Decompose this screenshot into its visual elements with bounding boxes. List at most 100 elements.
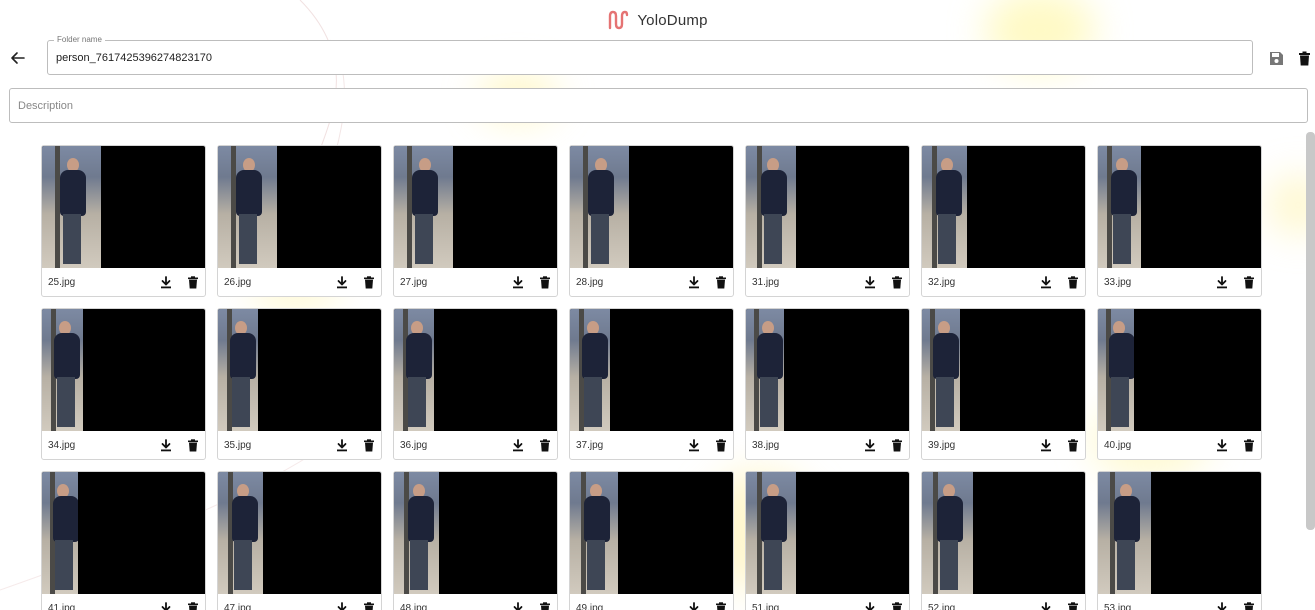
image-thumbnail[interactable]	[922, 309, 1085, 432]
delete-image-button[interactable]	[715, 275, 727, 289]
delete-image-button[interactable]	[1243, 438, 1255, 452]
download-button[interactable]	[688, 601, 700, 610]
download-button[interactable]	[336, 601, 348, 610]
download-button[interactable]	[688, 275, 700, 289]
download-button[interactable]	[688, 438, 700, 452]
delete-image-button[interactable]	[1067, 601, 1079, 610]
image-thumbnail[interactable]	[42, 472, 205, 595]
image-thumbnail[interactable]	[394, 309, 557, 432]
delete-image-button[interactable]	[891, 601, 903, 610]
download-button[interactable]	[864, 275, 876, 289]
download-button[interactable]	[160, 601, 172, 610]
download-button[interactable]	[336, 275, 348, 289]
image-thumbnail[interactable]	[922, 146, 1085, 269]
delete-image-button[interactable]	[715, 601, 727, 610]
image-thumbnail[interactable]	[746, 309, 909, 432]
delete-image-button[interactable]	[187, 438, 199, 452]
image-card-footer: 38.jpg	[746, 431, 909, 459]
delete-image-button[interactable]	[363, 438, 375, 452]
trash-icon	[540, 438, 550, 452]
image-card-footer: 32.jpg	[922, 268, 1085, 296]
image-thumbnail[interactable]	[218, 309, 381, 432]
download-icon	[865, 438, 875, 451]
download-button[interactable]	[512, 601, 524, 610]
trash-icon	[1068, 438, 1078, 452]
download-button[interactable]	[1040, 438, 1052, 452]
download-icon	[1041, 601, 1051, 610]
download-button[interactable]	[864, 438, 876, 452]
image-card-footer: 28.jpg	[570, 268, 733, 296]
trash-icon	[892, 275, 902, 289]
download-button[interactable]	[160, 438, 172, 452]
image-thumbnail[interactable]	[394, 472, 557, 595]
delete-image-button[interactable]	[187, 601, 199, 610]
delete-image-button[interactable]	[1243, 601, 1255, 610]
image-thumbnail[interactable]	[746, 146, 909, 269]
delete-image-button[interactable]	[891, 438, 903, 452]
person-crop-photo	[218, 472, 263, 595]
image-thumbnail[interactable]	[570, 146, 733, 269]
image-thumbnail[interactable]	[42, 146, 205, 269]
download-icon	[1217, 438, 1227, 451]
download-icon	[161, 438, 171, 451]
trash-icon	[716, 275, 726, 289]
delete-image-button[interactable]	[1067, 275, 1079, 289]
image-thumbnail[interactable]	[1098, 146, 1261, 269]
image-thumbnail[interactable]	[394, 146, 557, 269]
image-thumbnail[interactable]	[1098, 309, 1261, 432]
image-filename: 31.jpg	[752, 276, 780, 288]
delete-image-button[interactable]	[539, 275, 551, 289]
yolodump-logo-icon	[607, 10, 629, 30]
back-button[interactable]	[8, 48, 28, 68]
download-button[interactable]	[160, 275, 172, 289]
image-card-footer: 48.jpg	[394, 594, 557, 610]
delete-image-button[interactable]	[1243, 275, 1255, 289]
image-card-footer: 25.jpg	[42, 268, 205, 296]
download-button[interactable]	[864, 601, 876, 610]
image-thumbnail[interactable]	[1098, 472, 1261, 595]
person-crop-photo	[922, 472, 973, 595]
image-thumbnail[interactable]	[218, 146, 381, 269]
download-button[interactable]	[1040, 275, 1052, 289]
description-input[interactable]	[10, 89, 1307, 122]
delete-image-button[interactable]	[715, 438, 727, 452]
download-button[interactable]	[512, 275, 524, 289]
delete-folder-button[interactable]	[1296, 50, 1313, 67]
image-filename: 49.jpg	[576, 602, 604, 610]
download-button[interactable]	[512, 438, 524, 452]
person-crop-photo	[42, 146, 101, 269]
image-thumbnail[interactable]	[570, 309, 733, 432]
delete-image-button[interactable]	[539, 601, 551, 610]
image-filename: 39.jpg	[928, 439, 956, 451]
download-button[interactable]	[1216, 275, 1228, 289]
image-thumbnail[interactable]	[570, 472, 733, 595]
delete-image-button[interactable]	[1067, 438, 1079, 452]
delete-image-button[interactable]	[363, 601, 375, 610]
folder-name-field[interactable]: Folder name person_7617425396274823170	[47, 35, 1253, 75]
image-thumbnail[interactable]	[746, 472, 909, 595]
trash-icon	[364, 438, 374, 452]
delete-image-button[interactable]	[891, 275, 903, 289]
scrollbar-thumb[interactable]	[1306, 132, 1315, 530]
folder-name-input[interactable]: person_7617425396274823170	[56, 52, 212, 64]
image-filename: 26.jpg	[224, 276, 252, 288]
delete-image-button[interactable]	[363, 275, 375, 289]
download-button[interactable]	[1216, 438, 1228, 452]
delete-image-button[interactable]	[187, 275, 199, 289]
trash-icon	[1244, 275, 1254, 289]
delete-image-button[interactable]	[539, 438, 551, 452]
image-card-footer: 52.jpg	[922, 594, 1085, 610]
image-thumbnail[interactable]	[218, 472, 381, 595]
download-button[interactable]	[336, 438, 348, 452]
trash-icon	[364, 275, 374, 289]
save-button[interactable]	[1268, 50, 1285, 67]
trash-icon	[364, 601, 374, 610]
image-thumbnail[interactable]	[922, 472, 1085, 595]
download-button[interactable]	[1040, 601, 1052, 610]
description-field[interactable]	[9, 88, 1308, 123]
person-crop-photo	[394, 309, 434, 432]
image-filename: 51.jpg	[752, 602, 780, 610]
person-crop-photo	[42, 309, 83, 432]
image-thumbnail[interactable]	[42, 309, 205, 432]
download-button[interactable]	[1216, 601, 1228, 610]
